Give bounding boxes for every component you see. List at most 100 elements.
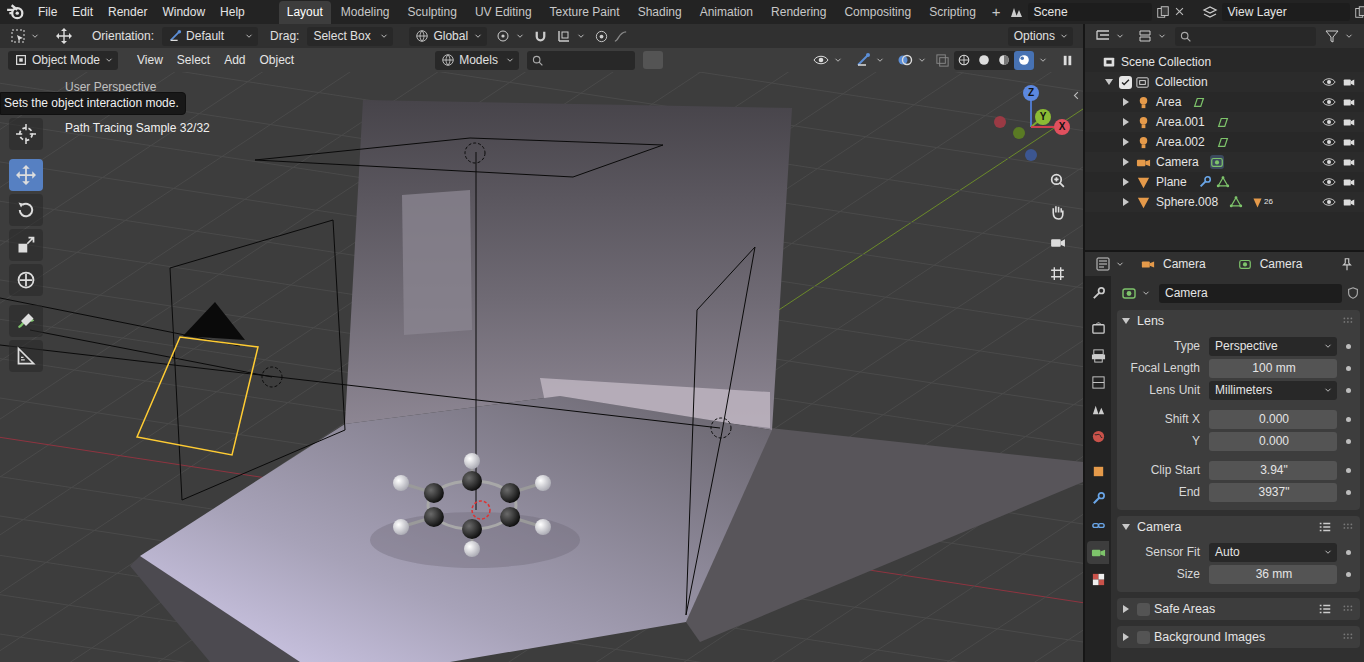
- display-mode-dropdown[interactable]: [1133, 28, 1171, 44]
- navigation-button[interactable]: [1044, 260, 1070, 286]
- expand-arrow[interactable]: [1105, 79, 1113, 85]
- panel-expand-arrow[interactable]: [1122, 524, 1130, 530]
- outliner-search-field[interactable]: [1175, 27, 1316, 46]
- viewport-menu-item[interactable]: View: [130, 51, 170, 69]
- properties-tab[interactable]: [1087, 425, 1109, 448]
- wrench-icon[interactable]: [1198, 175, 1212, 189]
- property-number-field[interactable]: 100 mm: [1209, 359, 1337, 378]
- menu-item[interactable]: Help: [213, 2, 252, 22]
- properties-tab[interactable]: [1087, 541, 1109, 564]
- workspace-tab[interactable]: UV Editing: [467, 1, 540, 24]
- gizmo-z-axis[interactable]: Z: [1023, 85, 1039, 101]
- outliner-row[interactable]: Sphere.00826: [1085, 192, 1364, 212]
- shading-button[interactable]: [954, 51, 974, 70]
- navigation-button[interactable]: [1044, 198, 1070, 224]
- gizmo-dropdown[interactable]: [851, 52, 889, 68]
- drag-dropdown[interactable]: Select Box: [307, 27, 393, 46]
- light-data-icon[interactable]: [1216, 135, 1230, 149]
- view-layer-field[interactable]: View Layer: [1222, 3, 1350, 21]
- filter-dropdown[interactable]: [1320, 28, 1358, 44]
- overlay-dropdown[interactable]: [893, 52, 931, 68]
- keyframe-dot[interactable]: [1346, 388, 1351, 393]
- properties-tab[interactable]: [1087, 487, 1109, 510]
- gizmo-x-axis[interactable]: X: [1054, 119, 1070, 135]
- toolbar-button[interactable]: [9, 194, 43, 226]
- property-number-field[interactable]: 3937": [1209, 483, 1337, 502]
- presets-list-icon[interactable]: [1318, 602, 1332, 616]
- property-number-field[interactable]: 0.000: [1209, 432, 1337, 451]
- toolbar-button[interactable]: [9, 229, 43, 261]
- workspace-tab[interactable]: Compositing: [836, 1, 919, 24]
- shading-button[interactable]: [994, 51, 1014, 70]
- eye-icon[interactable]: [1322, 195, 1336, 209]
- view-layer-icon[interactable]: [1202, 4, 1218, 20]
- workspace-tab[interactable]: Texture Paint: [542, 1, 628, 24]
- presets-list-icon[interactable]: [1318, 520, 1332, 534]
- viewport-menu-item[interactable]: Object: [253, 51, 302, 69]
- workspace-tab[interactable]: Layout: [279, 1, 331, 24]
- property-dropdown[interactable]: Millimeters: [1209, 381, 1337, 400]
- properties-editor-dropdown[interactable]: [1091, 256, 1129, 272]
- menu-item[interactable]: Window: [155, 2, 212, 22]
- render-camera-icon[interactable]: [1342, 95, 1356, 109]
- visibility-dropdown[interactable]: [809, 52, 847, 68]
- shading-button[interactable]: [974, 51, 994, 70]
- keyframe-dot[interactable]: [1346, 490, 1351, 495]
- material-cone-icon[interactable]: [1251, 196, 1264, 209]
- drag-grip-icon[interactable]: [1340, 314, 1354, 328]
- render-camera-icon[interactable]: [1342, 135, 1356, 149]
- datablock-name-field[interactable]: Camera: [1159, 284, 1342, 303]
- camera-object[interactable]: [137, 302, 258, 455]
- expand-arrow[interactable]: [1123, 98, 1129, 106]
- workspace-tab[interactable]: Modeling: [333, 1, 398, 24]
- render-camera-icon[interactable]: [1342, 195, 1356, 209]
- properties-tab[interactable]: [1087, 460, 1109, 483]
- keyframe-dot[interactable]: [1346, 417, 1351, 422]
- menu-item[interactable]: File: [31, 2, 64, 22]
- keyframe-dot[interactable]: [1346, 468, 1351, 473]
- transform-orientation-dropdown[interactable]: Global: [409, 27, 487, 46]
- light-data-icon[interactable]: [1192, 95, 1206, 109]
- properties-tab[interactable]: [1087, 344, 1109, 367]
- pivot-dropdown[interactable]: [491, 28, 529, 44]
- keyframe-dot[interactable]: [1346, 439, 1351, 444]
- orientation-dropdown[interactable]: Default: [162, 27, 258, 46]
- eye-icon[interactable]: [1322, 135, 1336, 149]
- menu-item[interactable]: Render: [101, 2, 154, 22]
- search-toggle-button[interactable]: [643, 51, 663, 69]
- navigation-button[interactable]: [1044, 229, 1070, 255]
- eye-icon[interactable]: [1322, 75, 1336, 89]
- eye-icon[interactable]: [1322, 115, 1336, 129]
- outliner-row[interactable]: Area.001: [1085, 112, 1364, 132]
- collapse-sidebar-icon[interactable]: [1071, 90, 1082, 101]
- toolbar-button[interactable]: [9, 305, 43, 337]
- close-icon[interactable]: [1174, 6, 1185, 17]
- move-tool-icon[interactable]: [56, 28, 72, 44]
- navigation-gizmo[interactable]: XYZ: [988, 82, 1074, 166]
- blender-logo-icon[interactable]: [6, 3, 24, 21]
- properties-tab[interactable]: [1087, 398, 1109, 421]
- render-camera-icon[interactable]: [1342, 75, 1356, 89]
- panel-expand-arrow[interactable]: [1122, 318, 1130, 324]
- area-lights[interactable]: [0, 138, 755, 615]
- keyframe-dot[interactable]: [1346, 366, 1351, 371]
- outliner-row[interactable]: Plane: [1085, 172, 1364, 192]
- mode-dropdown[interactable]: Object Mode: [8, 51, 118, 70]
- scene-icon[interactable]: [1008, 4, 1024, 20]
- drag-grip-icon[interactable]: [1340, 630, 1354, 644]
- toolbar-button[interactable]: [9, 340, 43, 372]
- snap-dropdown[interactable]: [552, 28, 590, 44]
- toolbar-button[interactable]: [9, 118, 43, 150]
- panel-header[interactable]: Camera: [1117, 516, 1360, 538]
- menu-item[interactable]: Edit: [65, 2, 100, 22]
- expand-arrow[interactable]: [1123, 198, 1129, 206]
- pin-icon[interactable]: [1340, 257, 1354, 271]
- workspace-tab[interactable]: Scripting: [921, 1, 984, 24]
- viewport[interactable]: User PerspectivePath Tracing Sample 32/3…: [0, 72, 1083, 662]
- render-camera-icon[interactable]: [1342, 115, 1356, 129]
- panel-header[interactable]: Safe Areas: [1117, 598, 1360, 620]
- workspace-tab[interactable]: Animation: [692, 1, 761, 24]
- copy-icon[interactable]: [1156, 5, 1170, 19]
- scene-field[interactable]: Scene: [1028, 3, 1152, 21]
- panel-header[interactable]: Background Images: [1117, 626, 1360, 648]
